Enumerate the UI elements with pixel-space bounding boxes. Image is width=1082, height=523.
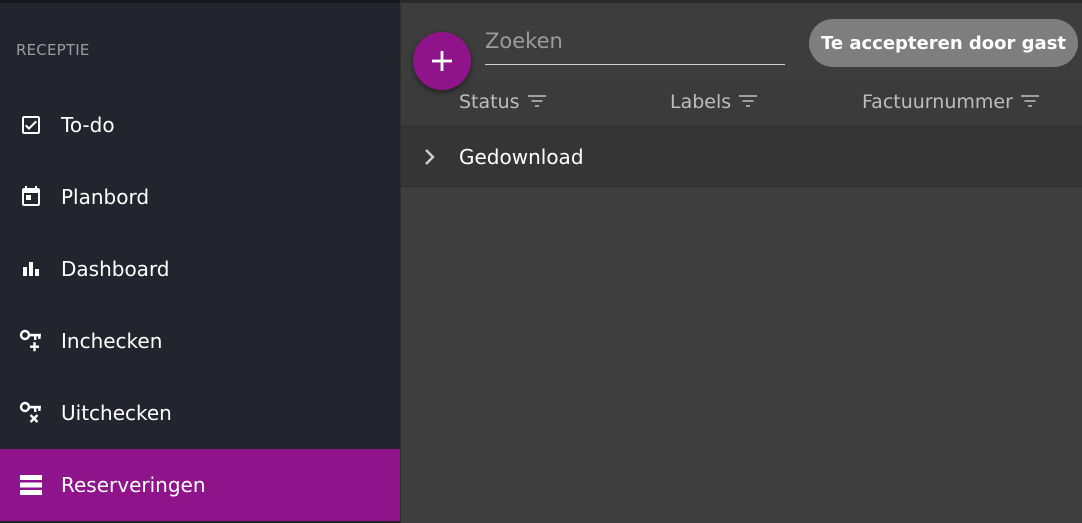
table-group-row[interactable]: Gedownload <box>401 127 1082 187</box>
sidebar: RECEPTIE To-do Planbord Dashboard Inchec… <box>0 0 400 523</box>
sidebar-item-label: Planbord <box>61 185 150 209</box>
sidebar-item-label: To-do <box>61 113 115 137</box>
sidebar-item-inchecken[interactable]: Inchecken <box>0 305 400 377</box>
sidebar-item-label: Reserveringen <box>61 473 206 497</box>
bar-chart-icon <box>17 255 45 283</box>
column-header-label: Labels <box>670 91 732 113</box>
column-header-label: Status <box>459 91 520 113</box>
filter-icon <box>739 91 758 113</box>
plus-icon <box>432 51 452 71</box>
key-plus-icon <box>17 327 45 355</box>
sidebar-item-label: Dashboard <box>61 257 170 281</box>
filter-chip-awaiting-guest[interactable]: Te accepteren door gast <box>809 19 1078 67</box>
sidebar-item-label: Uitchecken <box>61 401 172 425</box>
list-icon <box>17 471 45 499</box>
table-header: Status Labels Factuurnummer <box>401 78 1082 127</box>
key-x-icon <box>17 399 45 427</box>
sidebar-item-uitchecken[interactable]: Uitchecken <box>0 377 400 449</box>
app-window: RECEPTIE To-do Planbord Dashboard Inchec… <box>0 0 1082 523</box>
column-header-labels[interactable]: Labels <box>670 91 758 113</box>
sidebar-item-todo[interactable]: To-do <box>0 89 400 161</box>
sidebar-item-reserveringen[interactable]: Reserveringen <box>0 449 400 521</box>
column-header-status[interactable]: Status <box>459 91 546 113</box>
column-header-factuurnummer[interactable]: Factuurnummer <box>862 91 1039 113</box>
main-panel: Te accepteren door gast Status Labels <box>400 0 1082 523</box>
sidebar-item-label: Inchecken <box>61 329 163 353</box>
search-input[interactable] <box>485 21 785 65</box>
toolbar: Te accepteren door gast <box>401 0 1082 78</box>
calendar-icon <box>17 183 45 211</box>
filter-icon <box>1020 91 1039 113</box>
sidebar-section-title: RECEPTIE <box>16 41 90 59</box>
column-header-label: Factuurnummer <box>862 91 1013 113</box>
filter-icon <box>527 91 546 113</box>
sidebar-item-planbord[interactable]: Planbord <box>0 161 400 233</box>
chevron-right-icon[interactable] <box>423 147 443 167</box>
add-button[interactable] <box>413 32 471 90</box>
group-label: Gedownload <box>459 144 584 169</box>
checkbox-icon <box>17 111 45 139</box>
sidebar-item-dashboard[interactable]: Dashboard <box>0 233 400 305</box>
